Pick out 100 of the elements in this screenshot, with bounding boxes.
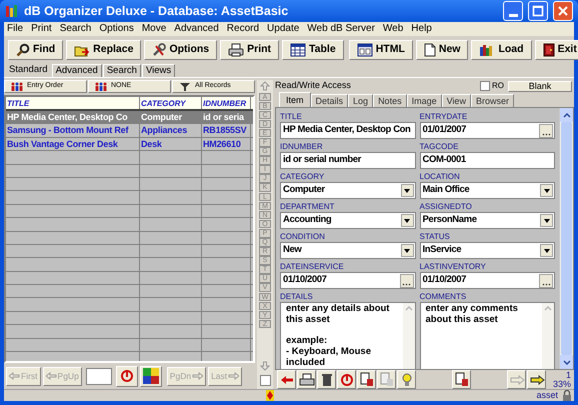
- table-icon: [290, 43, 306, 57]
- field-label: IDNUMBER: [280, 142, 324, 152]
- input-field[interactable]: id or serial number: [280, 152, 416, 169]
- menu-item[interactable]: Update: [267, 24, 300, 34]
- dropdown-field[interactable]: Accounting: [280, 212, 416, 229]
- record-number: 1: [566, 370, 572, 380]
- scroll-up-icon[interactable]: [562, 112, 570, 118]
- record-tab[interactable]: Item: [279, 92, 311, 107]
- ellipsis-icon[interactable]: [400, 274, 414, 288]
- tab[interactable]: Views: [142, 64, 176, 77]
- scroll-down-icon[interactable]: [562, 360, 570, 364]
- people-icon: [11, 82, 23, 91]
- table-row[interactable]: Bush Vantage Corner Desk Desk HM26610: [6, 138, 253, 152]
- document-icon: [454, 372, 470, 388]
- field-label: DATEINSERVICE: [280, 262, 345, 272]
- date-field[interactable]: 01/10/2007: [280, 272, 416, 289]
- page-icon: [424, 43, 436, 57]
- memo-field[interactable]: enter any details about this asset example: - Keyboard, Mouse included: [280, 302, 416, 370]
- dropdown-field[interactable]: Computer: [280, 182, 416, 199]
- maximize-button[interactable]: [528, 1, 548, 21]
- table-cell: id or seria: [202, 111, 251, 124]
- tools-icon: [152, 43, 166, 57]
- people-icon: [95, 82, 107, 91]
- field-label: TAGCODE: [420, 142, 460, 152]
- menu-item[interactable]: Print: [31, 24, 52, 34]
- input-field[interactable]: COM-0001: [420, 152, 555, 169]
- search-icon: [16, 43, 30, 57]
- toolbar-button[interactable]: Exit: [534, 40, 578, 60]
- toolbar-button[interactable]: Options: [144, 40, 218, 60]
- menu-item[interactable]: Web: [382, 24, 404, 34]
- refresh-button[interactable]: [116, 366, 138, 386]
- ellipsis-icon[interactable]: [539, 274, 553, 288]
- date-field[interactable]: 01/10/2007: [420, 272, 555, 289]
- checkbox[interactable]: [260, 375, 270, 386]
- dropdown-field[interactable]: PersonName: [420, 212, 555, 229]
- scrollbar[interactable]: [559, 108, 573, 369]
- document-button[interactable]: [357, 370, 376, 389]
- menu-item[interactable]: Web dB Server: [307, 24, 375, 34]
- toolbar-button[interactable]: Table: [282, 40, 344, 60]
- input-field[interactable]: HP Media Center, Desktop Con: [280, 122, 416, 139]
- record-tab[interactable]: Image: [406, 94, 442, 107]
- arrow-icon: [528, 374, 544, 386]
- menu-item[interactable]: Options: [99, 24, 134, 34]
- menu-item[interactable]: Search: [60, 24, 92, 34]
- back-arrow-button[interactable]: [277, 370, 296, 389]
- dropdown-field[interactable]: New: [280, 242, 416, 259]
- toolbar-button[interactable]: Print: [220, 40, 280, 60]
- tab[interactable]: Search: [102, 64, 141, 77]
- table-cell: Bush Vantage Corner Desk: [6, 138, 140, 150]
- record-tab[interactable]: Log: [348, 94, 374, 107]
- printer-button[interactable]: [297, 370, 316, 389]
- date-field[interactable]: 01/01/2007: [420, 122, 555, 139]
- field-label: ENTRYDATE: [420, 112, 468, 122]
- record-tab[interactable]: Notes: [373, 94, 407, 107]
- table-cell: Appliances: [140, 124, 202, 137]
- toolbar-button[interactable]: New: [416, 40, 468, 60]
- record-tab[interactable]: Details: [310, 94, 348, 107]
- toolbar-button[interactable]: Replace: [66, 40, 142, 60]
- menu-item[interactable]: File: [7, 24, 24, 34]
- record-tab[interactable]: Browser: [470, 94, 514, 107]
- menu-item[interactable]: Advanced: [174, 24, 219, 34]
- tab[interactable]: Advanced: [52, 64, 102, 77]
- table-name: asset: [536, 388, 558, 402]
- document-icon: [378, 372, 394, 388]
- arrow-icon: [508, 374, 524, 386]
- column-header[interactable]: TITLE: [6, 97, 140, 109]
- save-button[interactable]: [452, 370, 471, 389]
- ro-checkbox[interactable]: RO: [480, 80, 504, 92]
- toolbar-button[interactable]: HTML: [348, 40, 413, 60]
- access-label: Read/Write Access: [275, 79, 352, 92]
- dropdown-field[interactable]: InService: [420, 242, 555, 259]
- menu-item[interactable]: Move: [142, 24, 166, 34]
- funnel-icon: [179, 82, 191, 91]
- trash-button[interactable]: [317, 370, 336, 389]
- dropdown-field[interactable]: Main Office: [420, 182, 555, 199]
- field-label: ASSIGNEDTO: [420, 202, 473, 212]
- power-icon: [120, 369, 134, 383]
- field-label: TITLE: [280, 112, 303, 122]
- bulb-button[interactable]: [397, 370, 416, 389]
- blank-button[interactable]: Blank: [508, 80, 572, 92]
- column-header[interactable]: CATEGORY: [140, 97, 202, 109]
- close-button[interactable]: [553, 1, 573, 21]
- toolbar-button[interactable]: Find: [8, 40, 64, 60]
- refresh-button[interactable]: [337, 370, 356, 389]
- toolbar-button[interactable]: Load: [471, 40, 532, 60]
- memo-field[interactable]: enter any comments about this asset: [420, 302, 555, 370]
- splitter-icon[interactable]: [266, 390, 274, 401]
- table-row[interactable]: HP Media Center, Desktop Co Computer id or seria: [6, 111, 253, 124]
- table-cell: HM26610: [202, 138, 251, 150]
- column-header[interactable]: IDNUMBER: [202, 97, 251, 109]
- menu-item[interactable]: Record: [226, 24, 260, 34]
- record-input[interactable]: [86, 368, 112, 384]
- field-label: COMMENTS: [420, 292, 468, 302]
- minimize-button[interactable]: [503, 1, 523, 21]
- grid-button[interactable]: [140, 366, 162, 386]
- menu-item[interactable]: Help: [411, 24, 432, 34]
- percent-text: 33%: [553, 380, 572, 388]
- record-tab[interactable]: View: [442, 94, 471, 107]
- table-row[interactable]: Samsung - Bottom Mount Ref Appliances RB1855SV: [6, 124, 253, 138]
- ellipsis-icon[interactable]: [539, 124, 553, 138]
